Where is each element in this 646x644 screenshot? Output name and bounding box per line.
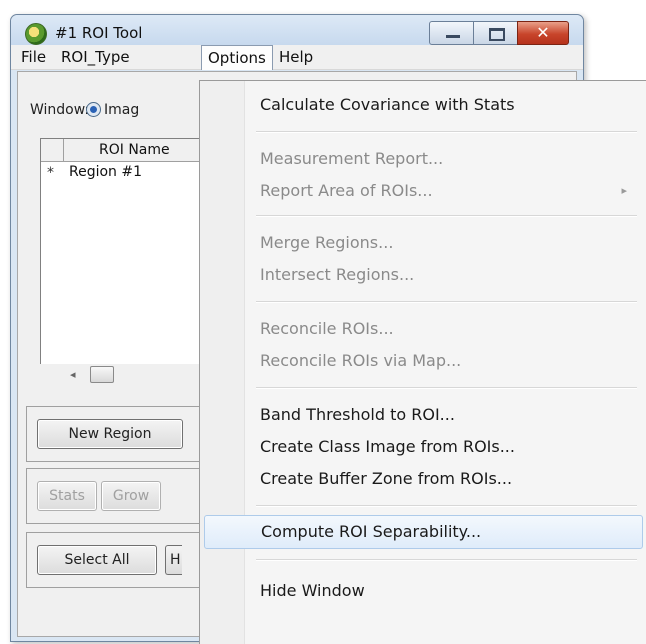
- roi-table[interactable]: ROI Name * Region #1: [40, 138, 218, 366]
- image-radio-label: Imag: [104, 102, 140, 118]
- menu-item-intersect-regions[interactable]: Intersect Regions...: [204, 259, 643, 291]
- hide-button[interactable]: H: [165, 545, 182, 575]
- scroll-thumb[interactable]: [90, 366, 114, 383]
- image-radio[interactable]: [86, 102, 101, 117]
- close-button[interactable]: ✕: [517, 21, 569, 45]
- menu-file[interactable]: File: [15, 47, 52, 67]
- menu-item-measurement-report[interactable]: Measurement Report...: [204, 143, 643, 175]
- window-label: Window:: [30, 102, 90, 118]
- horizontal-scrollbar[interactable]: ◂: [40, 364, 216, 384]
- menu-separator: [256, 131, 637, 133]
- select-all-button[interactable]: Select All: [37, 545, 157, 575]
- menu-item-report-area[interactable]: Report Area of ROIs... ▸: [204, 175, 643, 207]
- row-marker: *: [47, 165, 54, 181]
- submenu-arrow-icon: ▸: [621, 184, 627, 197]
- window-title: #1 ROI Tool: [55, 24, 143, 42]
- stats-button-group: Stats Grow: [26, 468, 228, 524]
- column-header-roi-name[interactable]: ROI Name: [99, 142, 170, 158]
- menu-separator: [256, 301, 637, 303]
- menu-item-reconcile-rois-via-map[interactable]: Reconcile ROIs via Map...: [204, 345, 643, 377]
- table-row[interactable]: Region #1: [69, 164, 142, 180]
- new-region-button[interactable]: New Region: [37, 419, 183, 449]
- selection-button-group: Select All H: [26, 532, 228, 588]
- region-button-group: New Region: [26, 406, 228, 462]
- maximize-icon: [489, 28, 505, 41]
- menu-separator: [256, 387, 637, 389]
- menu-item-hide-window[interactable]: Hide Window: [204, 575, 643, 607]
- menu-separator: [256, 215, 637, 217]
- menu-roi-type[interactable]: ROI_Type: [55, 47, 136, 67]
- menu-item-merge-regions[interactable]: Merge Regions...: [204, 227, 643, 259]
- menu-separator: [256, 559, 637, 561]
- menu-options[interactable]: Options: [201, 45, 273, 70]
- row-selector-header[interactable]: [41, 139, 64, 161]
- menu-item-calculate-covariance[interactable]: Calculate Covariance with Stats: [204, 89, 643, 121]
- table-header: ROI Name: [41, 139, 217, 162]
- menu-item-report-area-label: Report Area of ROIs...: [260, 181, 433, 200]
- title-bar[interactable]: #1 ROI Tool ✕: [11, 15, 583, 45]
- scroll-left-icon[interactable]: ◂: [70, 368, 76, 381]
- menu-item-band-threshold[interactable]: Band Threshold to ROI...: [204, 399, 643, 431]
- menu-item-reconcile-rois[interactable]: Reconcile ROIs...: [204, 313, 643, 345]
- menu-item-create-class-image[interactable]: Create Class Image from ROIs...: [204, 431, 643, 463]
- menu-separator: [256, 505, 637, 507]
- minimize-icon: [446, 35, 460, 38]
- grow-button[interactable]: Grow: [101, 481, 161, 511]
- menu-help[interactable]: Help: [273, 47, 319, 67]
- options-menu-dropdown: Calculate Covariance with Stats Measurem…: [199, 80, 646, 644]
- minimize-button[interactable]: [429, 21, 475, 45]
- maximize-button[interactable]: [473, 21, 519, 45]
- menu-bar: File ROI_Type Options Help: [11, 45, 583, 70]
- close-icon: ✕: [536, 23, 550, 42]
- menu-item-compute-roi-separability[interactable]: Compute ROI Separability...: [204, 515, 643, 549]
- menu-item-create-buffer-zone[interactable]: Create Buffer Zone from ROIs...: [204, 463, 643, 495]
- stats-button[interactable]: Stats: [37, 481, 97, 511]
- app-icon: [25, 23, 47, 45]
